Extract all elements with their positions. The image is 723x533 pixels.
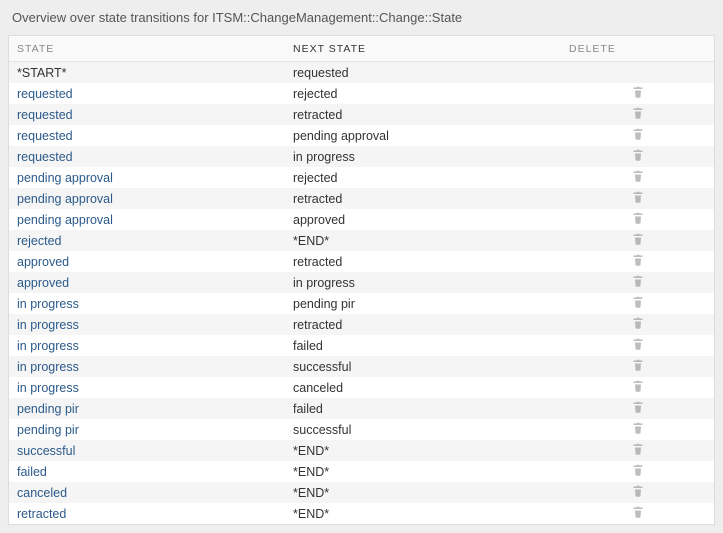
next-state-cell: rejected (293, 87, 337, 101)
col-header-delete[interactable]: Delete (561, 43, 714, 55)
state-cell[interactable]: pending pir (17, 423, 79, 437)
table-row: *START* requested (9, 62, 714, 83)
state-cell[interactable]: canceled (17, 486, 67, 500)
trash-icon[interactable] (632, 275, 644, 287)
table-row: requested in progress (9, 146, 714, 167)
state-cell[interactable]: requested (17, 150, 73, 164)
next-state-cell: *END* (293, 234, 329, 248)
next-state-cell: retracted (293, 192, 342, 206)
table-row: pending pir failed (9, 398, 714, 419)
next-state-cell: pending pir (293, 297, 355, 311)
state-cell[interactable]: requested (17, 87, 73, 101)
state-cell[interactable]: pending approval (17, 213, 113, 227)
table-row: in progress retracted (9, 314, 714, 335)
next-state-cell: *END* (293, 465, 329, 479)
next-state-cell: canceled (293, 381, 343, 395)
table-row: pending approval rejected (9, 167, 714, 188)
trash-icon[interactable] (632, 401, 644, 413)
table-row: approved in progress (9, 272, 714, 293)
next-state-cell: failed (293, 402, 323, 416)
next-state-cell: successful (293, 360, 351, 374)
trash-icon[interactable] (632, 506, 644, 518)
next-state-cell: retracted (293, 255, 342, 269)
trash-icon[interactable] (632, 422, 644, 434)
transitions-table: State Next State Delete *START* requested… (8, 35, 715, 525)
table-row: in progress pending pir (9, 293, 714, 314)
state-cell[interactable]: retracted (17, 507, 66, 521)
trash-icon[interactable] (632, 359, 644, 371)
table-row: pending pir successful (9, 419, 714, 440)
state-cell[interactable]: failed (17, 465, 47, 479)
next-state-cell: retracted (293, 108, 342, 122)
trash-icon[interactable] (632, 128, 644, 140)
table-row: pending approval approved (9, 209, 714, 230)
next-state-cell: successful (293, 423, 351, 437)
state-cell[interactable]: in progress (17, 381, 79, 395)
table-row: successful *END* (9, 440, 714, 461)
state-cell[interactable]: rejected (17, 234, 61, 248)
trash-icon[interactable] (632, 233, 644, 245)
table-row: rejected *END* (9, 230, 714, 251)
trash-icon[interactable] (632, 107, 644, 119)
table-row: canceled *END* (9, 482, 714, 503)
trash-icon[interactable] (632, 464, 644, 476)
next-state-cell: requested (293, 66, 349, 80)
next-state-cell: *END* (293, 486, 329, 500)
table-row: requested pending approval (9, 125, 714, 146)
trash-icon[interactable] (632, 317, 644, 329)
state-cell[interactable]: pending approval (17, 192, 113, 206)
trash-icon[interactable] (632, 338, 644, 350)
state-cell[interactable]: in progress (17, 339, 79, 353)
col-header-state[interactable]: State (9, 43, 285, 55)
state-cell[interactable]: requested (17, 129, 73, 143)
next-state-cell: rejected (293, 171, 337, 185)
trash-icon[interactable] (632, 212, 644, 224)
col-header-next-state[interactable]: Next State (285, 43, 561, 55)
state-cell[interactable]: in progress (17, 360, 79, 374)
state-cell[interactable]: pending pir (17, 402, 79, 416)
table-row: in progress successful (9, 356, 714, 377)
state-cell[interactable]: approved (17, 255, 69, 269)
table-row: requested retracted (9, 104, 714, 125)
next-state-cell: retracted (293, 318, 342, 332)
state-cell[interactable]: successful (17, 444, 75, 458)
table-row: in progress canceled (9, 377, 714, 398)
table-row: in progress failed (9, 335, 714, 356)
trash-icon[interactable] (632, 485, 644, 497)
trash-icon[interactable] (632, 86, 644, 98)
table-header-row: State Next State Delete (9, 36, 714, 62)
table-row: requested rejected (9, 83, 714, 104)
next-state-cell: approved (293, 213, 345, 227)
next-state-cell: pending approval (293, 129, 389, 143)
next-state-cell: failed (293, 339, 323, 353)
state-transitions-panel: Overview over state transitions for ITSM… (8, 8, 715, 525)
state-cell: *START* (17, 66, 67, 80)
table-row: failed *END* (9, 461, 714, 482)
trash-icon[interactable] (632, 254, 644, 266)
trash-icon[interactable] (632, 191, 644, 203)
state-cell[interactable]: approved (17, 276, 69, 290)
next-state-cell: *END* (293, 444, 329, 458)
state-cell[interactable]: in progress (17, 297, 79, 311)
table-row: approved retracted (9, 251, 714, 272)
trash-icon[interactable] (632, 296, 644, 308)
state-cell[interactable]: pending approval (17, 171, 113, 185)
panel-title: Overview over state transitions for ITSM… (8, 8, 715, 35)
state-cell[interactable]: requested (17, 108, 73, 122)
trash-icon[interactable] (632, 380, 644, 392)
trash-icon[interactable] (632, 149, 644, 161)
table-row: pending approval retracted (9, 188, 714, 209)
trash-icon[interactable] (632, 443, 644, 455)
table-row: retracted *END* (9, 503, 714, 524)
trash-icon[interactable] (632, 170, 644, 182)
next-state-cell: *END* (293, 507, 329, 521)
state-cell[interactable]: in progress (17, 318, 79, 332)
next-state-cell: in progress (293, 276, 355, 290)
next-state-cell: in progress (293, 150, 355, 164)
